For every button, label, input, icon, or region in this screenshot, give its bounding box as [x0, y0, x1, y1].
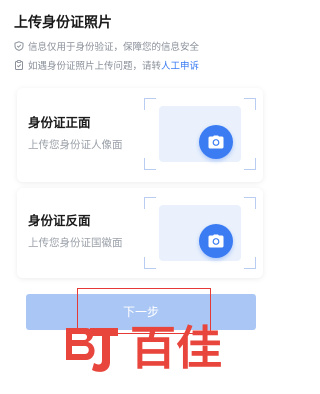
frame-corner: [144, 98, 156, 110]
shield-icon: [14, 41, 24, 51]
id-front-title: 身份证正面: [28, 115, 91, 130]
id-card-placeholder: [159, 205, 241, 261]
frame-corner: [244, 98, 256, 110]
camera-icon: [208, 135, 224, 149]
id-back-title: 身份证反面: [28, 213, 91, 228]
camera-button[interactable]: [199, 224, 233, 258]
appeal-notice: 如遇身份证照片上传问题，请转 人工申诉: [14, 58, 199, 72]
frame-corner: [144, 197, 156, 209]
clipboard-icon: [15, 60, 23, 70]
appeal-notice-text: 如遇身份证照片上传问题，请转: [28, 61, 162, 72]
id-front-photo-frame[interactable]: [144, 98, 256, 170]
id-front-upload-card[interactable]: 身份证正面 上传您身份证人像面: [17, 88, 263, 182]
frame-corner: [244, 257, 256, 269]
frame-corner: [144, 158, 156, 170]
camera-icon: [208, 234, 224, 248]
frame-corner: [244, 158, 256, 170]
id-front-subtitle: 上传您身份证人像面: [28, 139, 123, 151]
camera-button[interactable]: [199, 125, 233, 159]
watermark-text: 百佳: [130, 321, 222, 375]
id-back-photo-frame[interactable]: [144, 197, 256, 269]
id-card-placeholder: [159, 106, 241, 162]
watermark-logo: 百佳: [66, 321, 222, 375]
id-back-upload-card[interactable]: 身份证反面 上传您身份证国徽面: [17, 188, 263, 278]
manual-appeal-link[interactable]: 人工申诉: [161, 58, 199, 72]
frame-corner: [144, 257, 156, 269]
security-notice-text: 信息仅用于身份验证，保障您的信息安全: [28, 42, 200, 53]
page-title: 上传身份证照片: [14, 15, 112, 31]
frame-corner: [244, 197, 256, 209]
id-back-subtitle: 上传您身份证国徽面: [28, 237, 123, 249]
security-notice: 信息仅用于身份验证，保障您的信息安全: [14, 39, 199, 53]
